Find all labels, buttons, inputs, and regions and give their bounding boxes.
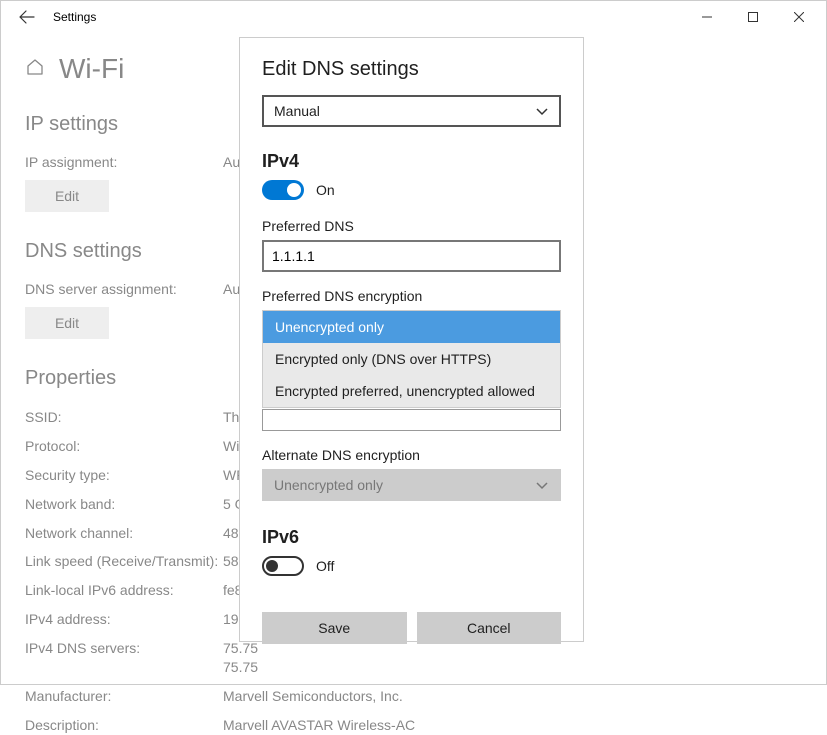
preferred-encryption-label: Preferred DNS encryption (262, 288, 561, 304)
ipv4-toggle-label: On (316, 182, 335, 198)
encryption-option[interactable]: Encrypted preferred, unencrypted allowed (263, 375, 560, 407)
property-value: Marvell Semiconductors, Inc. (223, 687, 802, 706)
home-icon[interactable] (25, 57, 45, 82)
property-label: SSID: (25, 408, 223, 427)
dialog-title: Edit DNS settings (262, 58, 561, 81)
page-title: Wi-Fi (59, 53, 124, 85)
dns-mode-value: Manual (274, 103, 320, 119)
window-title: Settings (53, 10, 96, 24)
ipv6-toggle-label: Off (316, 558, 334, 574)
ipv4-toggle[interactable] (262, 180, 304, 200)
maximize-button[interactable] (730, 1, 776, 33)
property-label: Manufacturer: (25, 687, 223, 706)
ip-assignment-label: IP assignment: (25, 154, 223, 170)
property-label: Link speed (Receive/Transmit): (25, 552, 223, 571)
encryption-option[interactable]: Encrypted only (DNS over HTTPS) (263, 343, 560, 375)
alternate-encryption-select: Unencrypted only (262, 469, 561, 501)
preferred-dns-label: Preferred DNS (262, 218, 561, 234)
property-label: Security type: (25, 466, 223, 485)
property-label: IPv4 address: (25, 610, 223, 629)
preferred-dns-input[interactable] (262, 240, 561, 272)
back-button[interactable] (5, 1, 49, 33)
close-button[interactable] (776, 1, 822, 33)
dns-edit-button[interactable]: Edit (25, 307, 109, 339)
property-value: 75.75 75.75 (223, 639, 802, 677)
property-row: Manufacturer:Marvell Semiconductors, Inc… (25, 687, 802, 706)
property-row: Description:Marvell AVASTAR Wireless-AC (25, 716, 802, 735)
preferred-encryption-dropdown[interactable]: Unencrypted only Encrypted only (DNS ove… (262, 310, 561, 431)
encryption-option[interactable]: Unencrypted only (263, 311, 560, 343)
property-label: Network band: (25, 495, 223, 514)
property-label: Protocol: (25, 437, 223, 456)
alternate-encryption-label: Alternate DNS encryption (262, 447, 561, 463)
arrow-left-icon (19, 9, 35, 25)
property-label: Network channel: (25, 524, 223, 543)
ipv6-toggle[interactable] (262, 556, 304, 576)
save-button[interactable]: Save (262, 612, 407, 644)
property-label: Link-local IPv6 address: (25, 581, 223, 600)
maximize-icon (748, 12, 758, 22)
chevron-down-icon (535, 104, 549, 118)
ipv4-heading: IPv4 (262, 151, 561, 172)
chevron-down-icon (535, 478, 549, 492)
alternate-encryption-value: Unencrypted only (274, 477, 383, 493)
cancel-button[interactable]: Cancel (417, 612, 562, 644)
minimize-button[interactable] (684, 1, 730, 33)
edit-dns-dialog: Edit DNS settings Manual IPv4 On Preferr… (239, 37, 584, 642)
close-icon (794, 12, 804, 22)
dns-assignment-label: DNS server assignment: (25, 281, 223, 297)
dns-mode-select[interactable]: Manual (262, 95, 561, 127)
minimize-icon (702, 12, 712, 22)
encryption-value-field[interactable] (262, 409, 561, 431)
property-label: Description: (25, 716, 223, 735)
property-label: IPv4 DNS servers: (25, 639, 223, 677)
ipv6-heading: IPv6 (262, 527, 561, 548)
property-row: IPv4 DNS servers:75.75 75.75 (25, 639, 802, 677)
property-value: Marvell AVASTAR Wireless-AC (223, 716, 802, 735)
ip-edit-button[interactable]: Edit (25, 180, 109, 212)
